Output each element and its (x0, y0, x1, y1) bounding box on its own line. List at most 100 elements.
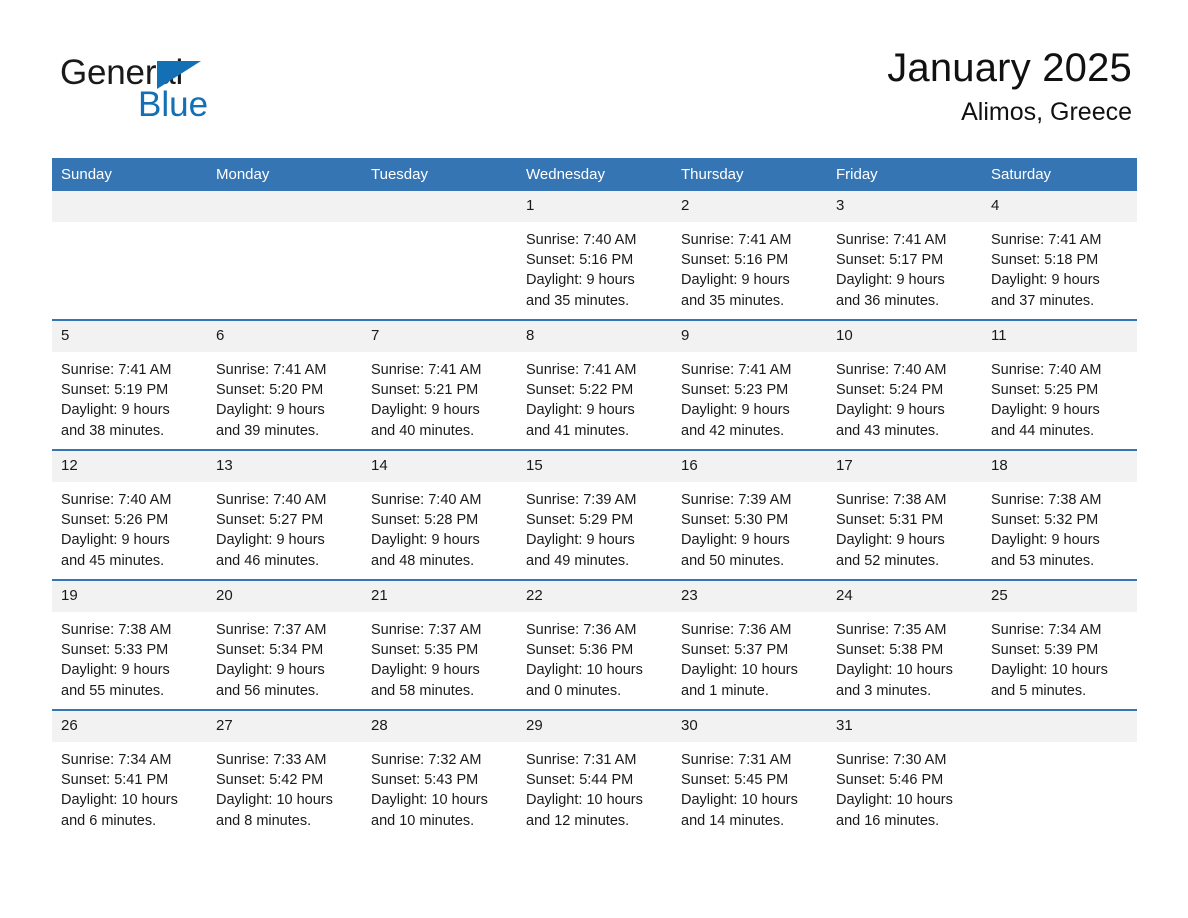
calendar-day-cell[interactable]: 31 Sunrise: 7:30 AM Sunset: 5:46 PM Dayli… (827, 709, 982, 839)
day-number: 27 (207, 711, 362, 742)
day-details: Sunrise: 7:41 AM Sunset: 5:22 PM Dayligh… (526, 362, 637, 439)
day-details: Sunrise: 7:41 AM Sunset: 5:17 PM Dayligh… (836, 232, 947, 309)
calendar-day-cell[interactable]: 26 Sunrise: 7:34 AM Sunset: 5:41 PM Dayli… (52, 709, 207, 839)
calendar-day-cell[interactable] (362, 191, 517, 320)
day-details: Sunrise: 7:38 AM Sunset: 5:31 PM Dayligh… (836, 492, 947, 569)
weekday-header-row: Sunday Monday Tuesday Wednesday Thursday… (52, 158, 1137, 191)
day-details: Sunrise: 7:40 AM Sunset: 5:28 PM Dayligh… (371, 492, 482, 569)
day-number: 9 (672, 321, 827, 352)
day-number: 29 (517, 711, 672, 742)
day-details: Sunrise: 7:40 AM Sunset: 5:24 PM Dayligh… (836, 362, 947, 439)
calendar-day-cell[interactable]: 4 Sunrise: 7:41 AM Sunset: 5:18 PM Daylig… (982, 191, 1137, 320)
day-details: Sunrise: 7:41 AM Sunset: 5:18 PM Dayligh… (991, 232, 1102, 309)
calendar-day-cell[interactable]: 12 Sunrise: 7:40 AM Sunset: 5:26 PM Dayli… (52, 449, 207, 580)
day-number: 11 (982, 321, 1137, 352)
calendar-day-cell[interactable]: 14 Sunrise: 7:40 AM Sunset: 5:28 PM Dayli… (362, 449, 517, 580)
day-details: Sunrise: 7:37 AM Sunset: 5:34 PM Dayligh… (216, 622, 327, 699)
calendar-day-cell[interactable]: 1 Sunrise: 7:40 AM Sunset: 5:16 PM Daylig… (517, 191, 672, 320)
calendar-day-cell[interactable] (982, 709, 1137, 839)
calendar-day-cell[interactable]: 10 Sunrise: 7:40 AM Sunset: 5:24 PM Dayli… (827, 319, 982, 450)
weekday-header-monday: Monday (207, 158, 362, 191)
calendar-day-cell[interactable]: 6 Sunrise: 7:41 AM Sunset: 5:20 PM Daylig… (207, 319, 362, 450)
calendar-day-cell[interactable]: 24 Sunrise: 7:35 AM Sunset: 5:38 PM Dayli… (827, 579, 982, 710)
calendar-day-cell[interactable]: 19 Sunrise: 7:38 AM Sunset: 5:33 PM Dayli… (52, 579, 207, 710)
day-number (362, 191, 517, 222)
day-details: Sunrise: 7:39 AM Sunset: 5:29 PM Dayligh… (526, 492, 637, 569)
weekday-header-tuesday: Tuesday (362, 158, 517, 191)
day-details: Sunrise: 7:32 AM Sunset: 5:43 PM Dayligh… (371, 752, 488, 829)
calendar-day-cell[interactable]: 20 Sunrise: 7:37 AM Sunset: 5:34 PM Dayli… (207, 579, 362, 710)
weekday-header-wednesday: Wednesday (517, 158, 672, 191)
calendar-day-cell[interactable]: 27 Sunrise: 7:33 AM Sunset: 5:42 PM Dayli… (207, 709, 362, 839)
calendar-day-cell[interactable] (52, 191, 207, 320)
calendar-day-cell[interactable]: 21 Sunrise: 7:37 AM Sunset: 5:35 PM Dayli… (362, 579, 517, 710)
calendar-day-cell[interactable]: 3 Sunrise: 7:41 AM Sunset: 5:17 PM Daylig… (827, 191, 982, 320)
day-number: 6 (207, 321, 362, 352)
day-details: Sunrise: 7:40 AM Sunset: 5:27 PM Dayligh… (216, 492, 327, 569)
day-details: Sunrise: 7:36 AM Sunset: 5:36 PM Dayligh… (526, 622, 643, 699)
calendar-day-cell[interactable]: 16 Sunrise: 7:39 AM Sunset: 5:30 PM Dayli… (672, 449, 827, 580)
day-details: Sunrise: 7:34 AM Sunset: 5:39 PM Dayligh… (991, 622, 1108, 699)
day-details: Sunrise: 7:34 AM Sunset: 5:41 PM Dayligh… (61, 752, 178, 829)
day-number: 14 (362, 451, 517, 482)
day-number: 1 (517, 191, 672, 222)
day-details: Sunrise: 7:40 AM Sunset: 5:26 PM Dayligh… (61, 492, 172, 569)
day-number: 13 (207, 451, 362, 482)
calendar-day-cell[interactable]: 7 Sunrise: 7:41 AM Sunset: 5:21 PM Daylig… (362, 319, 517, 450)
title-block: January 2025 Alimos, Greece (887, 44, 1132, 128)
general-blue-logo: General Blue (60, 54, 320, 134)
day-details: Sunrise: 7:41 AM Sunset: 5:23 PM Dayligh… (681, 362, 792, 439)
day-number: 12 (52, 451, 207, 482)
calendar-day-cell[interactable]: 18 Sunrise: 7:38 AM Sunset: 5:32 PM Dayli… (982, 449, 1137, 580)
calendar-day-cell[interactable]: 13 Sunrise: 7:40 AM Sunset: 5:27 PM Dayli… (207, 449, 362, 580)
logo-text-blue: Blue (138, 85, 209, 124)
day-number: 23 (672, 581, 827, 612)
calendar-day-cell[interactable]: 28 Sunrise: 7:32 AM Sunset: 5:43 PM Dayli… (362, 709, 517, 839)
calendar-week-row: 5 Sunrise: 7:41 AM Sunset: 5:19 PM Daylig… (52, 319, 1137, 450)
calendar-day-cell[interactable]: 29 Sunrise: 7:31 AM Sunset: 5:44 PM Dayli… (517, 709, 672, 839)
day-number: 8 (517, 321, 672, 352)
calendar-day-cell[interactable]: 9 Sunrise: 7:41 AM Sunset: 5:23 PM Daylig… (672, 319, 827, 450)
day-details: Sunrise: 7:35 AM Sunset: 5:38 PM Dayligh… (836, 622, 953, 699)
calendar-day-cell[interactable]: 11 Sunrise: 7:40 AM Sunset: 5:25 PM Dayli… (982, 319, 1137, 450)
day-number: 5 (52, 321, 207, 352)
day-number (52, 191, 207, 222)
calendar-day-cell[interactable]: 22 Sunrise: 7:36 AM Sunset: 5:36 PM Dayli… (517, 579, 672, 710)
day-details: Sunrise: 7:41 AM Sunset: 5:16 PM Dayligh… (681, 232, 792, 309)
day-details: Sunrise: 7:41 AM Sunset: 5:21 PM Dayligh… (371, 362, 482, 439)
day-number: 19 (52, 581, 207, 612)
day-number: 18 (982, 451, 1137, 482)
calendar-day-cell[interactable]: 30 Sunrise: 7:31 AM Sunset: 5:45 PM Dayli… (672, 709, 827, 839)
calendar-day-cell[interactable]: 17 Sunrise: 7:38 AM Sunset: 5:31 PM Dayli… (827, 449, 982, 580)
day-details: Sunrise: 7:40 AM Sunset: 5:16 PM Dayligh… (526, 232, 637, 309)
day-number: 26 (52, 711, 207, 742)
calendar-day-cell[interactable]: 5 Sunrise: 7:41 AM Sunset: 5:19 PM Daylig… (52, 319, 207, 450)
location-subtitle: Alimos, Greece (961, 98, 1132, 126)
calendar-day-cell[interactable] (207, 191, 362, 320)
day-number: 15 (517, 451, 672, 482)
calendar-week-row: 12 Sunrise: 7:40 AM Sunset: 5:26 PM Dayli… (52, 449, 1137, 580)
day-number: 28 (362, 711, 517, 742)
calendar-day-cell[interactable]: 23 Sunrise: 7:36 AM Sunset: 5:37 PM Dayli… (672, 579, 827, 710)
day-number: 4 (982, 191, 1137, 222)
day-details: Sunrise: 7:38 AM Sunset: 5:32 PM Dayligh… (991, 492, 1102, 569)
weekday-header-thursday: Thursday (672, 158, 827, 191)
day-details: Sunrise: 7:38 AM Sunset: 5:33 PM Dayligh… (61, 622, 172, 699)
day-number: 17 (827, 451, 982, 482)
day-number: 7 (362, 321, 517, 352)
day-details: Sunrise: 7:37 AM Sunset: 5:35 PM Dayligh… (371, 622, 482, 699)
calendar-day-cell[interactable]: 2 Sunrise: 7:41 AM Sunset: 5:16 PM Daylig… (672, 191, 827, 320)
day-details: Sunrise: 7:33 AM Sunset: 5:42 PM Dayligh… (216, 752, 333, 829)
weekday-header-saturday: Saturday (982, 158, 1137, 191)
calendar-week-row: 19 Sunrise: 7:38 AM Sunset: 5:33 PM Dayli… (52, 579, 1137, 710)
calendar-page: General Blue January 2025 Alimos, Greece… (0, 0, 1188, 918)
day-number: 24 (827, 581, 982, 612)
day-details: Sunrise: 7:30 AM Sunset: 5:46 PM Dayligh… (836, 752, 953, 829)
page-header: General Blue January 2025 Alimos, Greece (52, 44, 1136, 144)
calendar-day-cell[interactable]: 8 Sunrise: 7:41 AM Sunset: 5:22 PM Daylig… (517, 319, 672, 450)
day-number: 22 (517, 581, 672, 612)
day-number: 10 (827, 321, 982, 352)
calendar-day-cell[interactable]: 15 Sunrise: 7:39 AM Sunset: 5:29 PM Dayli… (517, 449, 672, 580)
calendar-day-cell[interactable]: 25 Sunrise: 7:34 AM Sunset: 5:39 PM Dayli… (982, 579, 1137, 710)
calendar-week-row: 1 Sunrise: 7:40 AM Sunset: 5:16 PM Daylig… (52, 191, 1137, 320)
